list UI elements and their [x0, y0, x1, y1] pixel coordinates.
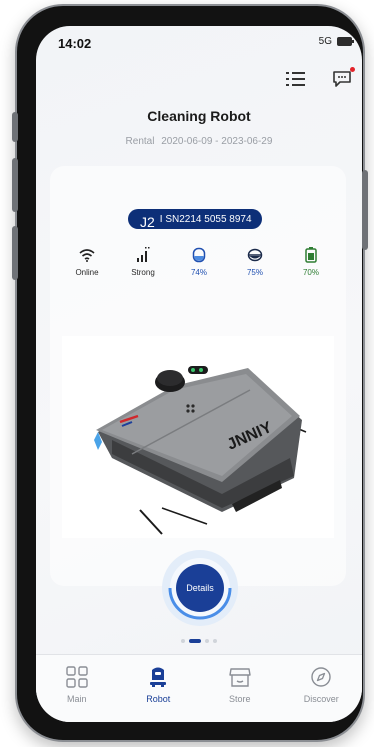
- page-dot: [181, 639, 185, 643]
- tab-discover[interactable]: Discover: [281, 655, 363, 722]
- robot-product-image: JNNIY: [62, 336, 334, 538]
- status-time: 14:02: [58, 36, 92, 51]
- page-dot: [205, 639, 209, 643]
- tab-robot[interactable]: Robot: [118, 655, 200, 722]
- compass-icon: [310, 665, 332, 689]
- bottom-tab-bar: Main Robot Store Discover: [36, 654, 362, 722]
- message-icon[interactable]: [332, 67, 355, 88]
- details-button[interactable]: Details: [176, 564, 224, 612]
- battery-level-icon: [305, 246, 317, 264]
- device-id-badge: J2 I SN2214 5055 8974: [128, 209, 262, 230]
- stat-battery: 70%: [284, 246, 338, 277]
- stat-water-tank: 74%: [172, 246, 226, 277]
- stat-dust-bin: 75%: [228, 246, 282, 277]
- phone-volume-up-button: [12, 158, 18, 212]
- stat-dust-bin-label: 75%: [246, 268, 263, 277]
- app-screen: 14:02 5G Cleaning Robot Rental 2020-06-0…: [36, 26, 362, 722]
- rental-label: Rental: [125, 136, 155, 147]
- device-serial: I SN2214 5055 8974: [159, 213, 252, 225]
- page-title: Cleaning Robot: [147, 108, 251, 124]
- dust-bin-icon: [247, 246, 263, 264]
- top-actions: [286, 67, 355, 88]
- rental-dates: 2020-06-09 - 2023-06-29: [161, 136, 273, 147]
- signal-icon: [135, 246, 151, 264]
- water-tank-icon: [192, 246, 206, 264]
- grid-icon: [66, 665, 88, 689]
- status-indicators: 5G: [318, 36, 354, 47]
- phone-power-button: [362, 170, 368, 250]
- stat-online: Online: [60, 246, 114, 277]
- tab-main[interactable]: Main: [36, 655, 118, 722]
- rental-period: Rental 2020-06-09 - 2023-06-29: [36, 136, 362, 147]
- page-indicator: [36, 639, 362, 643]
- status-battery-icon: [337, 37, 354, 46]
- tab-main-label: Main: [66, 694, 87, 704]
- tab-robot-label: Robot: [146, 694, 171, 704]
- phone-side-button: [12, 112, 18, 142]
- robot-icon: [147, 665, 169, 689]
- list-menu-icon[interactable]: [286, 70, 306, 88]
- stat-online-label: Online: [75, 268, 99, 277]
- details-button-wrapper[interactable]: Details: [160, 548, 240, 628]
- phone-volume-down-button: [12, 226, 18, 280]
- tab-store[interactable]: Store: [199, 655, 281, 722]
- device-stats: Online Strong 74% 75% 70%: [60, 246, 338, 277]
- store-icon: [229, 665, 251, 689]
- network-label: 5G: [318, 36, 332, 47]
- stat-water-tank-label: 74%: [190, 268, 207, 277]
- stat-battery-label: 70%: [302, 268, 319, 277]
- page-dot-active: [189, 639, 201, 643]
- notification-dot: [350, 67, 355, 72]
- tab-discover-label: Discover: [303, 694, 339, 704]
- stat-signal-label: Strong: [131, 268, 155, 277]
- page-dot: [213, 639, 217, 643]
- device-model: J2: [140, 214, 155, 230]
- wifi-icon: [79, 246, 95, 264]
- stat-signal: Strong: [116, 246, 170, 277]
- tab-store-label: Store: [228, 694, 251, 704]
